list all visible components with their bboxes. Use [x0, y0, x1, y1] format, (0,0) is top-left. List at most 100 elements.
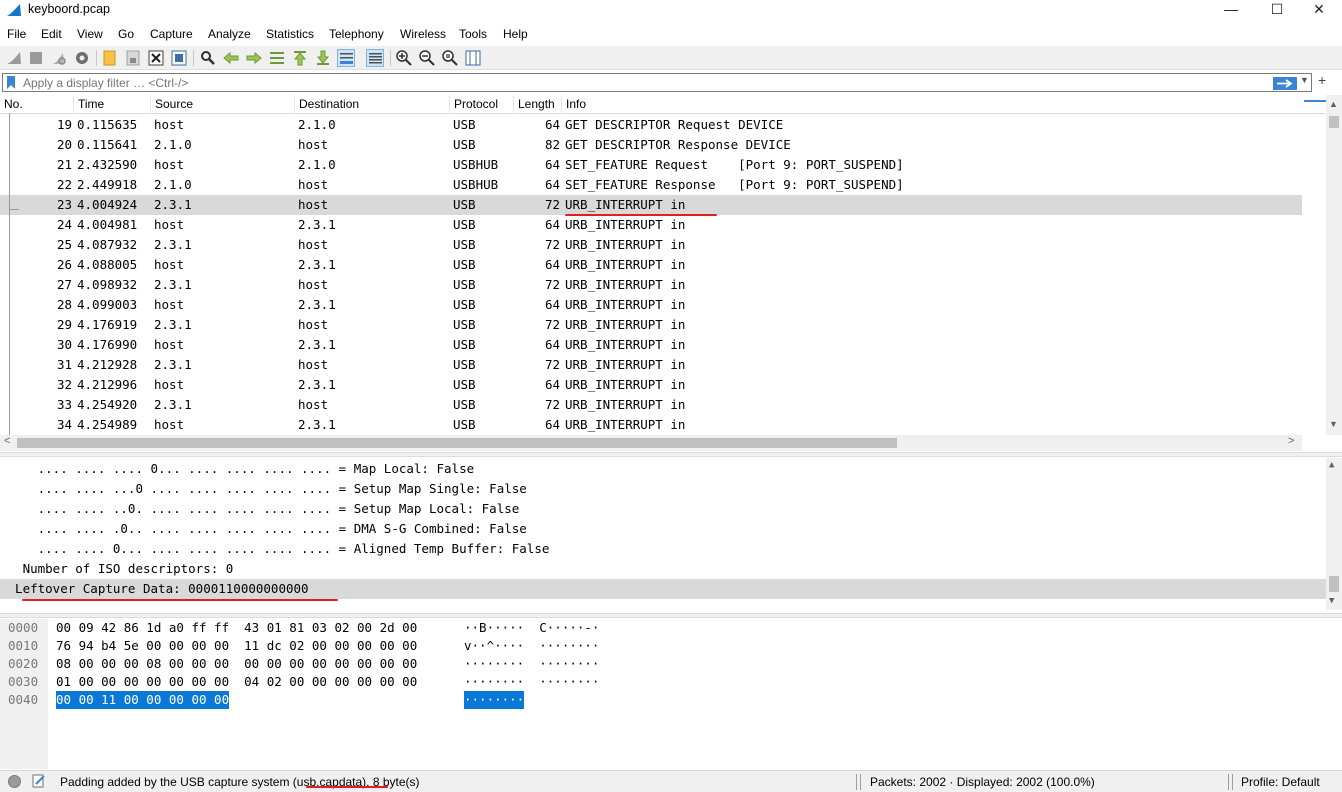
- hex-offset[interactable]: 0020: [8, 655, 38, 673]
- hex-bytes[interactable]: 00 00 11 00 00 00 00 00: [56, 691, 230, 709]
- zoom-out-icon[interactable]: [418, 49, 436, 67]
- profile-switcher[interactable]: Profile: Default: [1241, 775, 1320, 789]
- zoom-normal-icon[interactable]: [441, 49, 459, 67]
- go-to-packet-icon[interactable]: [268, 49, 286, 67]
- autoscroll-icon[interactable]: [337, 49, 355, 67]
- packet-row[interactable]: 30 4.176990 host 2.3.1 USB 64 URB_INTERRUPT in: [0, 335, 1302, 355]
- column-protocol[interactable]: Protocol: [449, 95, 513, 114]
- close-file-icon[interactable]: [147, 49, 165, 67]
- packet-row[interactable]: 27 4.098932 2.3.1 host USB 72 URB_INTERRUPT in: [0, 275, 1302, 295]
- menu-go[interactable]: Go: [118, 27, 134, 41]
- restart-icon[interactable]: [50, 49, 68, 67]
- menu-capture[interactable]: Capture: [150, 27, 193, 41]
- save-file-icon[interactable]: [124, 49, 142, 67]
- packet-row[interactable]: 34 4.254989 host 2.3.1 USB 64 URB_INTERRUPT in: [0, 415, 1302, 435]
- menu-telephony[interactable]: Telephony: [329, 27, 384, 41]
- menu-edit[interactable]: Edit: [41, 27, 62, 41]
- zoom-in-icon[interactable]: [395, 49, 413, 67]
- filter-bookmark-icon[interactable]: [6, 76, 16, 89]
- packet-row[interactable]: 23 4.004924 2.3.1 host USB 72 URB_INTERRUPT in: [0, 195, 1302, 215]
- detail-tree-item[interactable]: .... .... .... 0... .... .... .... .... …: [0, 459, 1326, 479]
- hex-bytes[interactable]: 00 09 42 86 1d a0 ff ff 43 01 81 03 02 0…: [56, 619, 417, 637]
- scroll-up-icon[interactable]: ▲: [1329, 460, 1334, 470]
- details-vertical-scrollbar[interactable]: ▲ ▼: [1326, 458, 1342, 610]
- hex-offset[interactable]: 0030: [8, 673, 38, 691]
- detail-tree-item[interactable]: .... .... ...0 .... .... .... .... .... …: [0, 479, 1326, 499]
- go-last-icon[interactable]: [314, 49, 332, 67]
- packet-list-horizontal-scrollbar[interactable]: < >: [0, 435, 1302, 451]
- capture-comment-pencil-icon[interactable]: [32, 774, 46, 788]
- column-destination[interactable]: Destination: [294, 95, 449, 114]
- close-button[interactable]: ✕: [1296, 0, 1342, 22]
- packet-row[interactable]: 24 4.004981 host 2.3.1 USB 64 URB_INTERRUPT in: [0, 215, 1302, 235]
- hex-offset[interactable]: 0000: [8, 619, 38, 637]
- hex-bytes[interactable]: 01 00 00 00 00 00 00 00 04 02 00 00 00 0…: [56, 673, 417, 691]
- packet-row[interactable]: 28 4.099003 host 2.3.1 USB 64 URB_INTERRUPT in: [0, 295, 1302, 315]
- packet-row[interactable]: 22 2.449918 2.1.0 host USBHUB 64 SET_FEATURE R…: [0, 175, 1302, 195]
- hex-ascii[interactable]: ··B····· C·····-·: [464, 619, 599, 637]
- expert-info-led-icon[interactable]: [8, 775, 21, 788]
- column-time[interactable]: Time: [73, 95, 150, 114]
- menu-wireless[interactable]: Wireless: [400, 27, 446, 41]
- apply-filter-arrow-icon[interactable]: [1273, 77, 1297, 90]
- scroll-thumb[interactable]: [1329, 116, 1339, 128]
- scroll-up-icon[interactable]: ▲: [1329, 99, 1338, 109]
- detail-tree-item[interactable]: .... .... 0... .... .... .... .... .... …: [0, 539, 1326, 559]
- hex-bytes[interactable]: 08 00 00 00 08 00 00 00 00 00 00 00 00 0…: [56, 655, 417, 673]
- packet-row[interactable]: 29 4.176919 2.3.1 host USB 72 URB_INTERRUPT in: [0, 315, 1302, 335]
- stop-icon[interactable]: [27, 49, 45, 67]
- scroll-down-icon[interactable]: ▼: [1329, 419, 1338, 429]
- reload-icon[interactable]: [170, 49, 188, 67]
- shark-fin-start-icon[interactable]: [5, 49, 23, 67]
- scroll-thumb[interactable]: [17, 438, 897, 448]
- menu-view[interactable]: View: [77, 27, 103, 41]
- packet-row[interactable]: 25 4.087932 2.3.1 host USB 72 URB_INTERRUPT in: [0, 235, 1302, 255]
- hex-ascii[interactable]: ········ ········: [464, 673, 599, 691]
- hex-bytes[interactable]: 76 94 b4 5e 00 00 00 00 11 dc 02 00 00 0…: [56, 637, 417, 655]
- go-first-icon[interactable]: [291, 49, 309, 67]
- menu-statistics[interactable]: Statistics: [266, 27, 314, 41]
- hex-offset[interactable]: 0040: [8, 691, 38, 709]
- display-filter-input[interactable]: [23, 76, 1223, 90]
- packet-row[interactable]: 20 0.115641 2.1.0 host USB 82 GET DESCRIPTOR R…: [0, 135, 1302, 155]
- add-filter-button[interactable]: +: [1318, 72, 1326, 88]
- scroll-left-icon[interactable]: <: [4, 435, 10, 447]
- detail-tree-item[interactable]: .... .... ..0. .... .... .... .... .... …: [0, 499, 1326, 519]
- packet-row[interactable]: 26 4.088005 host 2.3.1 USB 64 URB_INTERRUPT in: [0, 255, 1302, 275]
- packet-row[interactable]: 31 4.212928 2.3.1 host USB 72 URB_INTERRUPT in: [0, 355, 1302, 375]
- menu-file[interactable]: File: [7, 27, 26, 41]
- column-info[interactable]: Info: [561, 95, 1302, 114]
- pane-splitter[interactable]: [0, 452, 1342, 457]
- scroll-thumb[interactable]: [1329, 576, 1339, 592]
- detail-tree-item[interactable]: Leftover Capture Data: 0000110000000000: [0, 579, 1326, 599]
- minimize-button[interactable]: —: [1208, 0, 1254, 22]
- packet-row[interactable]: 33 4.254920 2.3.1 host USB 72 URB_INTERRUPT in: [0, 395, 1302, 415]
- hex-offset[interactable]: 0010: [8, 637, 38, 655]
- hex-ascii[interactable]: ········: [464, 691, 525, 709]
- hex-ascii[interactable]: v··^···· ········: [464, 637, 599, 655]
- menu-analyze[interactable]: Analyze: [208, 27, 251, 41]
- go-forward-icon[interactable]: [245, 49, 263, 67]
- find-icon[interactable]: [199, 49, 217, 67]
- column-no[interactable]: No.: [0, 95, 73, 114]
- open-folder-icon[interactable]: [101, 49, 119, 67]
- maximize-button[interactable]: ☐: [1254, 0, 1300, 22]
- hex-ascii[interactable]: ········ ········: [464, 655, 599, 673]
- column-source[interactable]: Source: [150, 95, 294, 114]
- filter-history-dropdown[interactable]: ▼: [1300, 75, 1309, 85]
- menu-help[interactable]: Help: [503, 27, 528, 41]
- packet-row[interactable]: 32 4.212996 host 2.3.1 USB 64 URB_INTERRUPT in: [0, 375, 1302, 395]
- pane-splitter[interactable]: [0, 613, 1342, 618]
- options-gear-icon[interactable]: [73, 49, 91, 67]
- scroll-right-icon[interactable]: >: [1288, 435, 1294, 447]
- colorize-icon[interactable]: [366, 49, 384, 67]
- column-length[interactable]: Length: [513, 95, 561, 114]
- menu-tools[interactable]: Tools: [459, 27, 487, 41]
- packet-list-vertical-scrollbar[interactable]: ▲ ▼: [1326, 95, 1342, 435]
- resize-columns-icon[interactable]: [464, 49, 482, 67]
- detail-tree-item[interactable]: .... .... .0.. .... .... .... .... .... …: [0, 519, 1326, 539]
- packet-row[interactable]: 19 0.115635 host 2.1.0 USB 64 GET DESCRIPTOR R…: [0, 115, 1302, 135]
- scroll-down-icon[interactable]: ▼: [1329, 596, 1334, 606]
- packet-row[interactable]: 21 2.432590 host 2.1.0 USBHUB 64 SET_FEATURE R…: [0, 155, 1302, 175]
- detail-tree-item[interactable]: Number of ISO descriptors: 0: [0, 559, 1326, 579]
